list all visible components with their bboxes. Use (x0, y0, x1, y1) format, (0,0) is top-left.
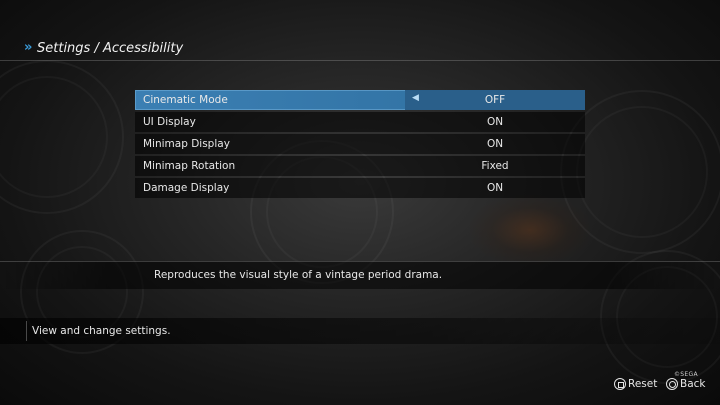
page-header: » Settings / Accessibility (0, 38, 720, 61)
background-emblem (0, 60, 124, 214)
setting-value: Fixed (481, 160, 509, 172)
sega-copyright: ©SEGA (674, 371, 698, 378)
help-bar: View and change settings. (0, 318, 720, 344)
setting-label: Minimap Display (143, 138, 230, 150)
help-text: View and change settings. (32, 325, 171, 337)
setting-description: Reproduces the visual style of a vintage… (154, 269, 443, 281)
setting-label: Cinematic Mode (143, 94, 228, 106)
background-glow (470, 195, 590, 265)
setting-row-cinematic-mode[interactable]: Cinematic Mode ◀ OFF (135, 90, 585, 110)
chevron-double-icon: » (24, 40, 33, 55)
setting-label: UI Display (143, 116, 196, 128)
reset-button[interactable]: Reset (614, 376, 658, 394)
setting-value: ON (486, 182, 504, 194)
setting-row-ui-display[interactable]: UI Display ON (135, 112, 585, 132)
setting-row-minimap-rotation[interactable]: Minimap Rotation Fixed (135, 156, 585, 176)
setting-label: Minimap Rotation (143, 160, 236, 172)
description-bar: Reproduces the visual style of a vintage… (0, 261, 720, 289)
setting-label: Damage Display (143, 182, 230, 194)
help-bar-divider (26, 321, 27, 341)
square-button-icon (614, 378, 626, 390)
setting-row-damage-display[interactable]: Damage Display ON (135, 178, 585, 198)
setting-value: ON (486, 116, 504, 128)
page-title: Settings / Accessibility (37, 41, 184, 56)
button-prompts: Reset Back ©SEGA (614, 371, 706, 394)
back-button[interactable]: Back (666, 376, 706, 394)
back-label: Back (680, 378, 706, 390)
circle-button-icon (666, 378, 678, 390)
reset-label: Reset (628, 378, 658, 390)
settings-list: Cinematic Mode ◀ OFF UI Display ON Minim… (135, 90, 585, 200)
setting-row-minimap-display[interactable]: Minimap Display ON (135, 134, 585, 154)
setting-value: ON (486, 138, 504, 150)
setting-value: OFF (484, 94, 506, 106)
